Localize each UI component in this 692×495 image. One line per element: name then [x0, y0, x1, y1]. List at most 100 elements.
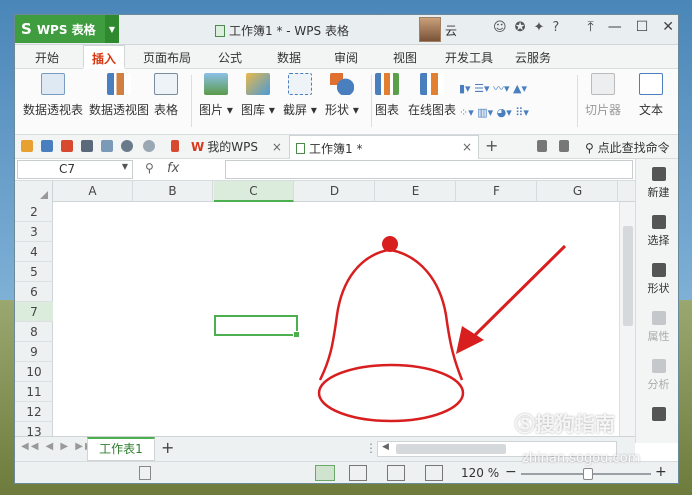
tab-cloud[interactable]: 云服务	[515, 49, 551, 66]
command-search[interactable]: ⚲ 点此查找命令	[585, 139, 670, 156]
pivot-chart-button[interactable]: 数据透视图	[89, 73, 149, 118]
slicer-button[interactable]: 切片器	[585, 73, 621, 118]
sheet-nav-arrows[interactable]: ◀◀ ◀ ▶ ▶▶	[21, 441, 95, 452]
row-header[interactable]: 3	[15, 222, 53, 242]
selected-cell-c7[interactable]	[214, 315, 300, 338]
text-button[interactable]: 文本	[639, 73, 663, 118]
avatar[interactable]	[419, 17, 441, 42]
formula-input[interactable]	[225, 160, 633, 179]
tab-split-handle[interactable]: ⋮	[365, 441, 377, 455]
shirt-icon[interactable]: ✦	[533, 20, 544, 35]
zoom-search-icon[interactable]: ⚲	[145, 161, 154, 175]
column-header-c[interactable]: C	[214, 181, 294, 202]
row-header[interactable]: 6	[15, 282, 53, 302]
new-tab-button[interactable]: +	[485, 136, 498, 155]
page-icon[interactable]	[139, 466, 151, 480]
tab-review[interactable]: 审阅	[334, 49, 358, 66]
pivot-table-button[interactable]: 数据透视表	[23, 73, 83, 118]
close-icon[interactable]: ✕	[662, 19, 674, 35]
tab-data[interactable]: 数据	[277, 49, 301, 66]
shape-button[interactable]: 形状	[636, 263, 678, 296]
print-preview-icon[interactable]	[101, 140, 113, 152]
tab-insert[interactable]: 插入	[83, 45, 126, 69]
stock-chart-icon[interactable]: ▥▾	[477, 106, 493, 119]
user-name[interactable]: 云	[445, 22, 457, 39]
name-box[interactable]: C7 ▼	[17, 160, 133, 179]
screenshot-button[interactable]: 截屏 ▾	[283, 73, 317, 118]
tab-developer[interactable]: 开发工具	[445, 49, 493, 66]
add-sheet-button[interactable]: +	[161, 438, 174, 457]
online-chart-button[interactable]: 在线图表	[408, 73, 456, 118]
column-header-a[interactable]: A	[53, 181, 133, 202]
zoom-in-button[interactable]: +	[655, 464, 667, 480]
my-wps-tab[interactable]: W 我的WPS ×	[191, 138, 282, 155]
zoom-level[interactable]: 120 %	[461, 466, 499, 480]
row-header[interactable]: 5	[15, 262, 53, 282]
picture-button[interactable]: 图片 ▾	[199, 73, 233, 118]
gallery-button[interactable]: 图库 ▾	[241, 73, 275, 118]
tab-formulas[interactable]: 公式	[218, 49, 242, 66]
column-header-e[interactable]: E	[376, 181, 456, 202]
analysis-button[interactable]: 分析	[636, 359, 678, 392]
column-header-b[interactable]: B	[133, 181, 213, 202]
pie-chart-icon[interactable]: ◕▾	[497, 106, 512, 119]
function-button[interactable]: fx	[167, 161, 179, 176]
upload-icon[interactable]: ⤒	[588, 19, 594, 35]
select-button[interactable]: 选择	[636, 215, 678, 248]
scroll-left-icon[interactable]: ◀	[382, 442, 389, 452]
eye-protection-icon[interactable]	[425, 465, 443, 481]
row-header[interactable]: 12	[15, 402, 53, 422]
row-header[interactable]: 10	[15, 362, 53, 382]
column-header-f[interactable]: F	[457, 181, 537, 202]
row-header[interactable]: 13	[15, 422, 53, 436]
row-header-active[interactable]: 7	[15, 302, 53, 322]
column-header-g[interactable]: G	[538, 181, 618, 202]
scatter-chart-icon[interactable]: ⁘▾	[459, 106, 474, 119]
area-chart-icon[interactable]: ▲▾	[513, 82, 527, 95]
tab-page-layout[interactable]: 页面布局	[143, 49, 191, 66]
open-icon[interactable]	[21, 140, 33, 152]
backup-button[interactable]	[636, 407, 678, 424]
chart-button[interactable]: 图表	[375, 73, 399, 118]
customize-icon[interactable]	[171, 140, 179, 152]
row-header[interactable]: 4	[15, 242, 53, 262]
doc-list-icon[interactable]	[537, 140, 547, 152]
zoom-slider-handle[interactable]	[583, 468, 593, 480]
undo-icon[interactable]	[121, 140, 133, 152]
reading-mode-icon[interactable]	[387, 465, 405, 481]
zoom-out-button[interactable]: −	[505, 464, 517, 480]
app-menu-button[interactable]: S WPS 表格 ▼	[15, 15, 119, 43]
new-button[interactable]: 新建	[636, 167, 678, 200]
row-header[interactable]: 9	[15, 342, 53, 362]
compass-icon[interactable]: ✪	[515, 20, 526, 35]
close-icon[interactable]: ×	[462, 140, 472, 154]
other-chart-icon[interactable]: ⠿▾	[515, 106, 529, 119]
scroll-thumb[interactable]	[396, 444, 506, 454]
row-header[interactable]: 11	[15, 382, 53, 402]
table-button[interactable]: 表格	[154, 73, 178, 118]
redo-icon[interactable]	[143, 140, 155, 152]
flag-icon[interactable]	[559, 140, 569, 152]
vertical-scrollbar[interactable]	[619, 202, 635, 436]
print-icon[interactable]	[81, 140, 93, 152]
normal-view-icon[interactable]	[315, 465, 335, 481]
page-break-view-icon[interactable]	[349, 465, 367, 481]
shapes-button[interactable]: 形状 ▾	[325, 73, 359, 118]
bar-chart-icon[interactable]: ☰▾	[474, 82, 489, 95]
export-pdf-icon[interactable]	[61, 140, 73, 152]
column-chart-icon[interactable]: ▮▾	[459, 82, 471, 95]
scroll-thumb[interactable]	[623, 226, 633, 326]
tab-home[interactable]: 开始	[35, 49, 59, 66]
maximize-icon[interactable]: ☐	[636, 19, 649, 35]
tab-view[interactable]: 视图	[393, 49, 417, 66]
sheet-tab-1[interactable]: 工作表1	[87, 437, 155, 461]
row-header[interactable]: 2	[15, 202, 53, 222]
close-icon[interactable]: ×	[272, 140, 282, 154]
minimize-icon[interactable]: —	[608, 19, 622, 35]
smile-icon[interactable]: ☺	[493, 20, 507, 35]
save-icon[interactable]	[41, 140, 53, 152]
row-header[interactable]: 8	[15, 322, 53, 342]
select-all-button[interactable]	[15, 181, 53, 202]
line-chart-icon[interactable]: 〰▾	[493, 82, 510, 95]
help-icon[interactable]: ?	[552, 20, 559, 35]
